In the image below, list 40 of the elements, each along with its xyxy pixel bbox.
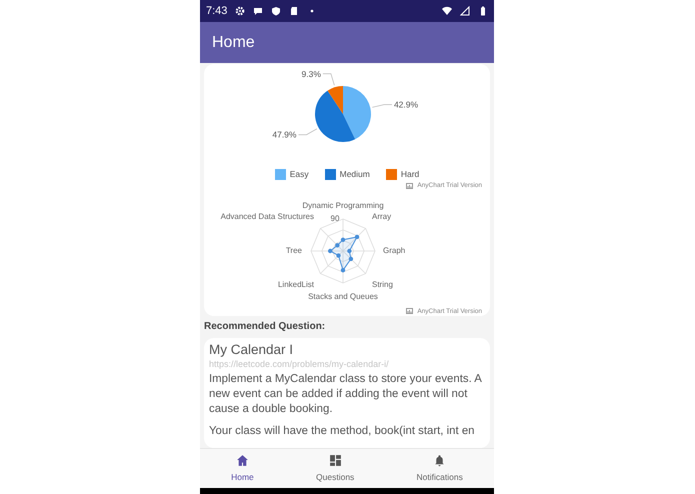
- sd-card-icon: [289, 6, 300, 16]
- chart-icon: [406, 308, 414, 314]
- app-bar-title: Home: [212, 32, 255, 52]
- leader-line: [322, 73, 335, 86]
- axis-label: Advanced Data Structures: [220, 212, 314, 220]
- section-heading: Recommended Question:: [203, 320, 326, 334]
- wifi-icon: [442, 6, 452, 16]
- leader-line: [298, 128, 318, 136]
- legend-label[interactable]: Easy: [290, 168, 309, 181]
- gear-icon: [235, 6, 246, 16]
- axis-label: Tree: [286, 246, 302, 254]
- data-label: 47.9%: [272, 130, 296, 140]
- leader-line: [372, 104, 392, 108]
- data-label: 42.9%: [394, 100, 418, 110]
- question-description: Implement a MyCalendar class to store your events. A new event can be added if adding the event will not cause a double booking.: [209, 372, 483, 416]
- question-description: Your class will have the method, book(int start, int en: [209, 424, 476, 440]
- nav-tab[interactable]: Questions: [312, 452, 358, 486]
- legend-label[interactable]: Medium: [340, 168, 370, 181]
- battery-icon: [478, 6, 488, 16]
- bell-icon: [433, 454, 446, 467]
- chat-icon: [253, 6, 264, 16]
- question-title: My Calendar I: [209, 342, 294, 358]
- home-icon: [236, 454, 249, 467]
- nav-tab[interactable]: Home: [227, 452, 258, 486]
- tick-label: 90: [330, 214, 340, 222]
- axis-label: LinkedList: [278, 280, 314, 288]
- axis-label: Stacks and Queues: [308, 292, 378, 300]
- axis-label: String: [372, 280, 393, 288]
- dashboard-icon: [328, 454, 342, 467]
- axis-label: Graph: [383, 246, 406, 254]
- signal-icon: [460, 6, 470, 16]
- legend-label[interactable]: Hard: [400, 168, 420, 181]
- nav-tab[interactable]: Notifications: [412, 452, 467, 486]
- chart-icon: [406, 182, 414, 189]
- data-label: 9.3%: [302, 68, 321, 79]
- question-card[interactable]: [204, 338, 490, 448]
- shield-icon: [271, 6, 282, 16]
- axis-label: Array: [372, 212, 392, 220]
- status-time: 7:43: [206, 4, 228, 19]
- axis-label: Dynamic Programming: [302, 200, 384, 210]
